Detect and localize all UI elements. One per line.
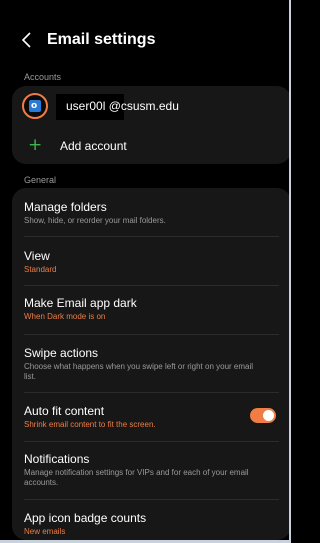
account-email: user00l @csusm.edu bbox=[66, 99, 179, 113]
item-title: Manage folders bbox=[24, 200, 107, 214]
item-value: Standard bbox=[24, 265, 57, 274]
item-title: View bbox=[24, 249, 50, 263]
item-title: Make Email app dark bbox=[24, 296, 137, 310]
page-title: Email settings bbox=[47, 31, 156, 48]
settings-item-badge-counts[interactable]: App icon badge counts New emails bbox=[12, 500, 291, 540]
avatar: o bbox=[22, 93, 48, 119]
general-card: Manage folders Show, hide, or reorder yo… bbox=[12, 188, 291, 540]
settings-item-notifications[interactable]: Notifications Manage notification settin… bbox=[12, 442, 291, 499]
toggle-knob bbox=[263, 410, 274, 421]
general-section-header: General bbox=[24, 175, 57, 185]
settings-item-swipe-actions[interactable]: Swipe actions Choose what happens when y… bbox=[12, 335, 291, 392]
auto-fit-toggle[interactable] bbox=[250, 408, 276, 423]
settings-item-view[interactable]: View Standard bbox=[12, 237, 291, 285]
item-subtitle: Shrink email content to fit the screen. bbox=[24, 420, 156, 429]
item-value: New emails bbox=[24, 527, 66, 536]
settings-item-dark-mode[interactable]: Make Email app dark When Dark mode is on bbox=[12, 286, 291, 334]
frame-edge bbox=[289, 0, 291, 543]
back-arrow-icon[interactable] bbox=[20, 29, 34, 51]
app-bar: Email settings bbox=[0, 0, 291, 66]
item-title: Swipe actions bbox=[24, 346, 99, 360]
accounts-card: o user00l @csusm.edu + Add account bbox=[12, 86, 291, 164]
add-account-button[interactable]: + Add account bbox=[12, 130, 291, 162]
add-account-label: Add account bbox=[60, 139, 127, 153]
outlook-icon: o bbox=[29, 100, 41, 112]
item-subtitle: Show, hide, or reorder your mail folders… bbox=[24, 216, 166, 225]
item-title: Auto fit content bbox=[24, 404, 105, 418]
item-title: App icon badge counts bbox=[24, 511, 147, 525]
item-subtitle: Manage notification settings for VIPs an… bbox=[24, 468, 249, 487]
settings-item-auto-fit[interactable]: Auto fit content Shrink email content to… bbox=[12, 393, 291, 441]
item-subtitle: Choose what happens when you swipe left … bbox=[24, 362, 254, 381]
item-title: Notifications bbox=[24, 452, 90, 466]
settings-item-manage-folders[interactable]: Manage folders Show, hide, or reorder yo… bbox=[12, 188, 291, 236]
plus-icon: + bbox=[28, 135, 43, 155]
account-item[interactable]: o user00l @csusm.edu bbox=[12, 86, 291, 128]
item-value: When Dark mode is on bbox=[24, 312, 106, 321]
accounts-section-header: Accounts bbox=[24, 72, 62, 82]
